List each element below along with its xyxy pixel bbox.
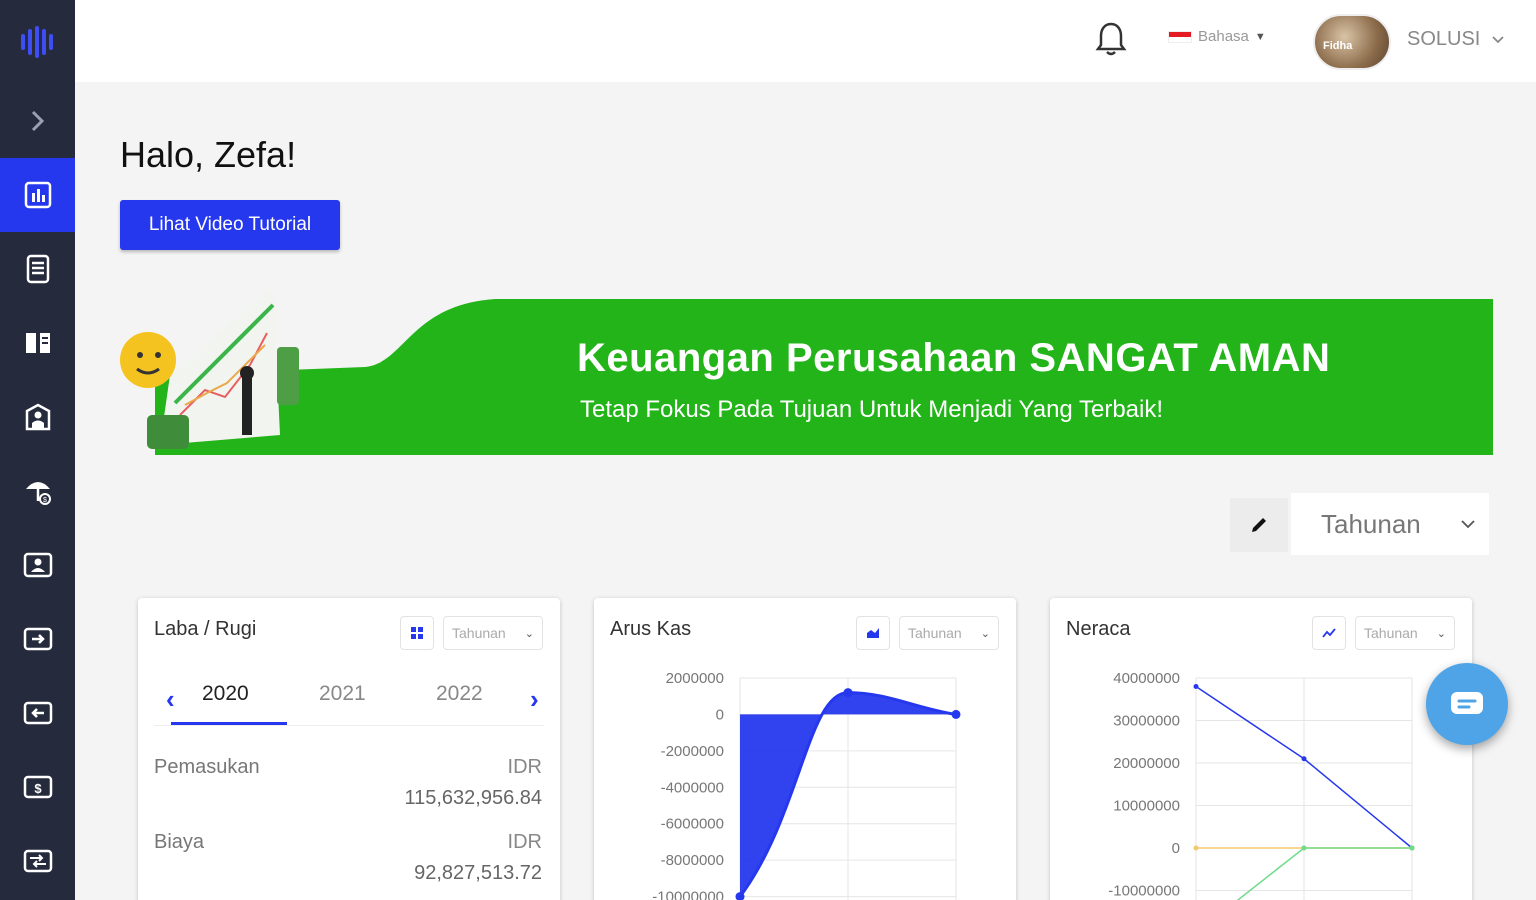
- building-icon: [25, 403, 50, 431]
- y-tick-label: 40000000: [1113, 670, 1180, 687]
- nav-cash[interactable]: $: [0, 750, 75, 824]
- data-point: [1301, 845, 1307, 851]
- dollar-box-icon: $: [23, 775, 52, 799]
- nav-income[interactable]: [0, 602, 75, 676]
- dashboard-chart-icon: [24, 181, 51, 209]
- contact-card-icon: [23, 552, 52, 578]
- tab-year-2022[interactable]: 2022: [436, 682, 483, 706]
- pencil-icon: [1252, 518, 1266, 532]
- y-tick-label: 0: [1172, 840, 1180, 857]
- data-point: [843, 688, 853, 698]
- y-tick-label: -2000000: [661, 743, 724, 760]
- book-icon: [25, 333, 50, 353]
- data-point: [1301, 756, 1307, 762]
- nav-insurance[interactable]: $: [0, 454, 75, 528]
- income-value: 115,632,956.84: [404, 787, 542, 809]
- income-label: Pemasukan: [154, 756, 260, 778]
- watch-tutorial-button[interactable]: Lihat Video Tutorial: [120, 200, 340, 250]
- cash-flow-card: Arus Kas Tahunan ⌄ 2000000 0 -2000000 -4000…: [594, 598, 1016, 900]
- data-point: [951, 709, 961, 719]
- sidebar: $ $: [0, 0, 75, 900]
- banner-title: Keuangan Perusahaan SANGAT AMAN: [577, 336, 1331, 380]
- card-period-select[interactable]: Tahunan ⌄: [443, 616, 543, 650]
- umbrella-dollar-icon: $: [25, 482, 51, 505]
- document-list-icon: [26, 254, 49, 284]
- chat-bubble-icon: [1451, 692, 1483, 714]
- y-tick-label: 20000000: [1113, 755, 1180, 772]
- expense-value: 92,827,513.72: [414, 862, 542, 884]
- notification-bell-icon[interactable]: [1094, 20, 1128, 58]
- nav-journal[interactable]: [0, 306, 75, 380]
- page-title: Halo, Zefa!: [120, 134, 297, 175]
- expense-label: Biaya: [154, 831, 205, 853]
- y-tick-label: -10000000: [652, 889, 724, 900]
- expense-currency: IDR: [507, 831, 542, 853]
- transfer-out-icon: [23, 701, 52, 725]
- finance-illustration-icon: [120, 287, 299, 449]
- tab-year-2020[interactable]: 2020: [202, 682, 249, 706]
- data-point: [1193, 845, 1199, 851]
- y-tick-label: 0: [716, 706, 724, 723]
- cash-flow-chart: 2000000 0 -2000000 -4000000 -6000000 -8000000…: [652, 670, 961, 900]
- balance-sheet-chart: 40000000 30000000 20000000 10000000 0 -100000…: [1108, 670, 1415, 900]
- next-year-button[interactable]: ›: [530, 684, 539, 715]
- grid-icon: [411, 627, 423, 639]
- nav-company[interactable]: [0, 380, 75, 454]
- avatar[interactable]: Fidha: [1313, 14, 1391, 70]
- user-name: SOLUSI: [1407, 28, 1481, 50]
- svg-text:$: $: [43, 497, 47, 504]
- period-select-value: Tahunan: [1321, 508, 1421, 539]
- y-tick-label: -8000000: [661, 852, 724, 869]
- data-point: [1193, 684, 1199, 689]
- nav-expense[interactable]: [0, 676, 75, 750]
- balance-sheet-card: Neraca Tahunan ⌄ 40000000 30000000 2000000…: [1050, 598, 1472, 900]
- y-tick-label: 10000000: [1113, 798, 1180, 815]
- chevron-right-icon: [31, 110, 45, 132]
- card-view-toggle[interactable]: [400, 616, 434, 650]
- y-tick-label: 30000000: [1113, 713, 1180, 730]
- year-tabs: ‹ 2020 2021 2022 ›: [154, 676, 544, 726]
- profit-loss-card: Laba / Rugi Tahunan ⌄ ‹ 2020 2021 2022 ›…: [138, 598, 560, 900]
- nav-contacts[interactable]: [0, 528, 75, 602]
- nav-transfer[interactable]: [0, 824, 75, 898]
- y-tick-label: 2000000: [666, 670, 724, 687]
- card-title: Laba / Rugi: [154, 618, 257, 640]
- y-tick-label: -6000000: [661, 816, 724, 833]
- chevron-down-icon: [1492, 35, 1504, 43]
- expand-sidebar-button[interactable]: [24, 106, 52, 136]
- active-tab-indicator: [171, 722, 287, 725]
- edit-dashboard-button[interactable]: [1230, 498, 1288, 552]
- chevron-down-icon: ⌄: [524, 627, 534, 640]
- indonesia-flag-icon: [1168, 30, 1192, 43]
- nav-dashboard[interactable]: [0, 158, 75, 232]
- nav-documents[interactable]: [0, 232, 75, 306]
- tab-year-2021[interactable]: 2021: [319, 682, 366, 706]
- language-label: Bahasa: [1198, 28, 1249, 45]
- period-select[interactable]: Tahunan: [1291, 493, 1489, 555]
- banner-subtitle: Tetap Fokus Pada Tujuan Untuk Menjadi Ya…: [580, 396, 1164, 423]
- transfer-in-icon: [23, 627, 52, 651]
- exchange-box-icon: [23, 849, 52, 873]
- card-period-value: Tahunan: [452, 625, 506, 641]
- income-currency: IDR: [507, 756, 542, 778]
- app-logo-icon[interactable]: [18, 24, 54, 60]
- chat-button[interactable]: [1426, 663, 1508, 745]
- language-selector[interactable]: Bahasa ▼: [1168, 28, 1266, 45]
- svg-text:$: $: [34, 781, 42, 796]
- prev-year-button[interactable]: ‹: [166, 684, 175, 715]
- data-point: [1409, 845, 1415, 851]
- y-tick-label: -10000000: [1108, 883, 1180, 900]
- caret-down-icon: ▼: [1254, 30, 1266, 43]
- user-menu[interactable]: SOLUSI: [1407, 28, 1504, 51]
- y-tick-label: -4000000: [661, 779, 724, 796]
- chevron-down-icon: [1461, 519, 1475, 528]
